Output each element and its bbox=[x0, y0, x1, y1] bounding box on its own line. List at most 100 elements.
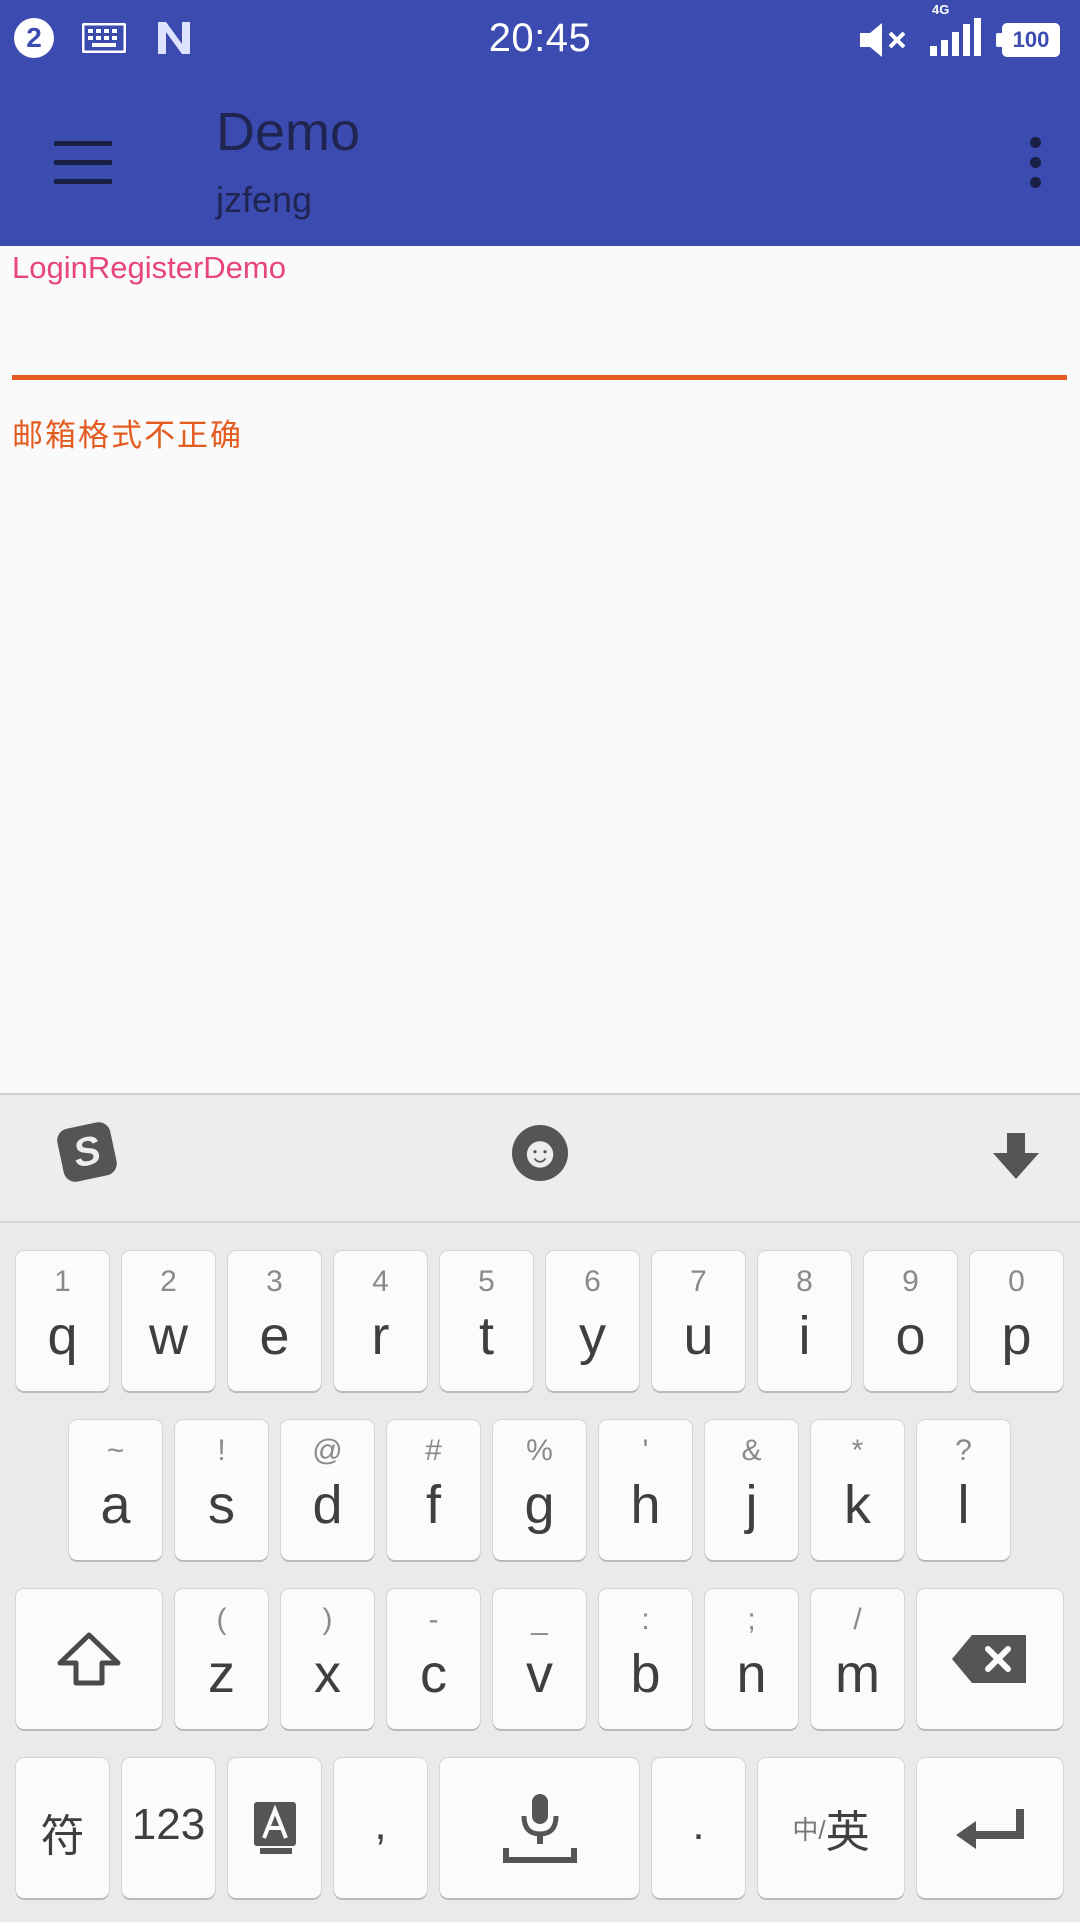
emoji-icon[interactable]: ☻ bbox=[512, 1125, 568, 1181]
key-char: x bbox=[314, 1644, 341, 1704]
key-char: f bbox=[425, 1475, 441, 1535]
key-char: z bbox=[208, 1644, 235, 1704]
key-z[interactable]: (z bbox=[175, 1589, 268, 1729]
key-char: y bbox=[579, 1306, 606, 1366]
key-x[interactable]: ) x bbox=[281, 1589, 374, 1729]
key-char: v bbox=[526, 1644, 553, 1704]
key-s[interactable]: ! s bbox=[175, 1420, 268, 1560]
comma-key[interactable]: , bbox=[334, 1758, 427, 1898]
key-char: g bbox=[524, 1475, 555, 1535]
sogou-logo-icon[interactable]: S bbox=[54, 1119, 120, 1185]
app-subtitle: jzfeng bbox=[216, 179, 313, 220]
key-m[interactable]: / m bbox=[811, 1589, 904, 1729]
status-bar: 2 20:45 4G 100 bbox=[0, 0, 1080, 79]
key-char: t bbox=[478, 1306, 494, 1366]
key-char: r bbox=[371, 1306, 390, 1366]
key-char: q bbox=[47, 1306, 78, 1366]
key-alt: ? bbox=[955, 1434, 972, 1467]
key-alt: 2 bbox=[160, 1265, 177, 1298]
hide-keyboard-icon[interactable] bbox=[990, 1125, 1042, 1189]
key-alt: ; bbox=[747, 1603, 756, 1636]
key-alt: _ bbox=[531, 1603, 548, 1636]
enter-key[interactable] bbox=[917, 1758, 1063, 1898]
key-h[interactable]: ' h bbox=[599, 1420, 692, 1560]
symbols-key[interactable]: 符 bbox=[16, 1758, 109, 1898]
key-f[interactable]: # f bbox=[387, 1420, 480, 1560]
shift-icon bbox=[16, 1589, 162, 1729]
period-key[interactable]: . bbox=[652, 1758, 745, 1898]
microphone-icon bbox=[440, 1758, 639, 1898]
key-o[interactable]: 9o bbox=[864, 1251, 957, 1391]
key-alt: 8 bbox=[796, 1265, 813, 1298]
key-char: u bbox=[683, 1306, 714, 1366]
key-q[interactable]: 1q bbox=[16, 1251, 109, 1391]
key-r[interactable]: 4r bbox=[334, 1251, 427, 1391]
key-alt: ( bbox=[216, 1603, 227, 1636]
key-y[interactable]: 6y bbox=[546, 1251, 639, 1391]
key-alt: - bbox=[428, 1603, 439, 1636]
menu-icon[interactable] bbox=[54, 141, 112, 185]
backspace-key[interactable] bbox=[917, 1589, 1063, 1729]
language-toggle-key[interactable]: 中/英 bbox=[758, 1758, 904, 1898]
key-alt: 3 bbox=[266, 1265, 283, 1298]
key-j[interactable]: & j bbox=[705, 1420, 798, 1560]
key-char: w bbox=[149, 1306, 188, 1366]
key-alt: ! bbox=[217, 1434, 226, 1467]
language-toggle: 中/英 bbox=[758, 1758, 904, 1898]
key-char: 符 bbox=[40, 1812, 85, 1861]
key-u[interactable]: 7u bbox=[652, 1251, 745, 1391]
key-char: h bbox=[630, 1475, 661, 1535]
key-i[interactable]: 8i bbox=[758, 1251, 851, 1391]
key-c[interactable]: -c bbox=[387, 1589, 480, 1729]
key-char: , bbox=[374, 1800, 387, 1849]
key-char: p bbox=[1001, 1306, 1032, 1366]
key-alt: 6 bbox=[584, 1265, 601, 1298]
email-field[interactable] bbox=[12, 286, 1067, 380]
key-char: j bbox=[745, 1475, 758, 1535]
key-alt: & bbox=[741, 1434, 762, 1467]
numbers-key[interactable]: 123 bbox=[122, 1758, 215, 1898]
key-b[interactable]: :b bbox=[599, 1589, 692, 1729]
email-error-message: 邮箱格式不正确 bbox=[12, 418, 243, 453]
battery-icon: 100 bbox=[996, 22, 1060, 57]
key-alt: 9 bbox=[902, 1265, 919, 1298]
key-char: o bbox=[895, 1306, 926, 1366]
key-alt: ~ bbox=[106, 1434, 125, 1467]
key-alt: 5 bbox=[478, 1265, 495, 1298]
language-small: 中/ bbox=[792, 1814, 826, 1845]
key-char: m bbox=[835, 1644, 880, 1704]
key-w[interactable]: 2w bbox=[122, 1251, 215, 1391]
voice-space-key[interactable] bbox=[440, 1758, 639, 1898]
key-p[interactable]: 0p bbox=[970, 1251, 1063, 1391]
key-alt: ' bbox=[642, 1434, 649, 1467]
key-l[interactable]: ? l bbox=[917, 1420, 1010, 1560]
signal-group: 4G bbox=[928, 2, 984, 61]
key-char: i bbox=[798, 1306, 811, 1366]
key-alt: * bbox=[851, 1434, 864, 1467]
key-k[interactable]: * k bbox=[811, 1420, 904, 1560]
overflow-menu-icon[interactable] bbox=[1030, 137, 1042, 197]
key-char: d bbox=[312, 1475, 343, 1535]
signal-icon bbox=[930, 18, 981, 56]
key-a[interactable]: ~ a bbox=[69, 1420, 162, 1560]
key-char: . bbox=[692, 1800, 705, 1849]
key-v[interactable]: _ v bbox=[493, 1589, 586, 1729]
key-d[interactable]: @ d bbox=[281, 1420, 374, 1560]
key-alt: 4 bbox=[372, 1265, 389, 1298]
key-e[interactable]: 3e bbox=[228, 1251, 321, 1391]
enter-icon bbox=[917, 1758, 1063, 1898]
key-n[interactable]: ; n bbox=[705, 1589, 798, 1729]
key-char: n bbox=[736, 1644, 767, 1704]
key-char: l bbox=[957, 1475, 970, 1535]
key-char: a bbox=[100, 1475, 131, 1535]
key-g[interactable]: % g bbox=[493, 1420, 586, 1560]
key-alt: : bbox=[641, 1603, 650, 1636]
shift-key[interactable] bbox=[16, 1589, 162, 1729]
key-alt: @ bbox=[312, 1434, 343, 1467]
status-right: 4G 100 bbox=[858, 2, 1060, 61]
email-field-label: LoginRegisterDemo bbox=[12, 250, 286, 285]
backspace-icon bbox=[917, 1589, 1063, 1729]
key-t[interactable]: 5t bbox=[440, 1251, 533, 1391]
key-alt: / bbox=[853, 1603, 862, 1636]
keyboard-layout-key[interactable] bbox=[228, 1758, 321, 1898]
